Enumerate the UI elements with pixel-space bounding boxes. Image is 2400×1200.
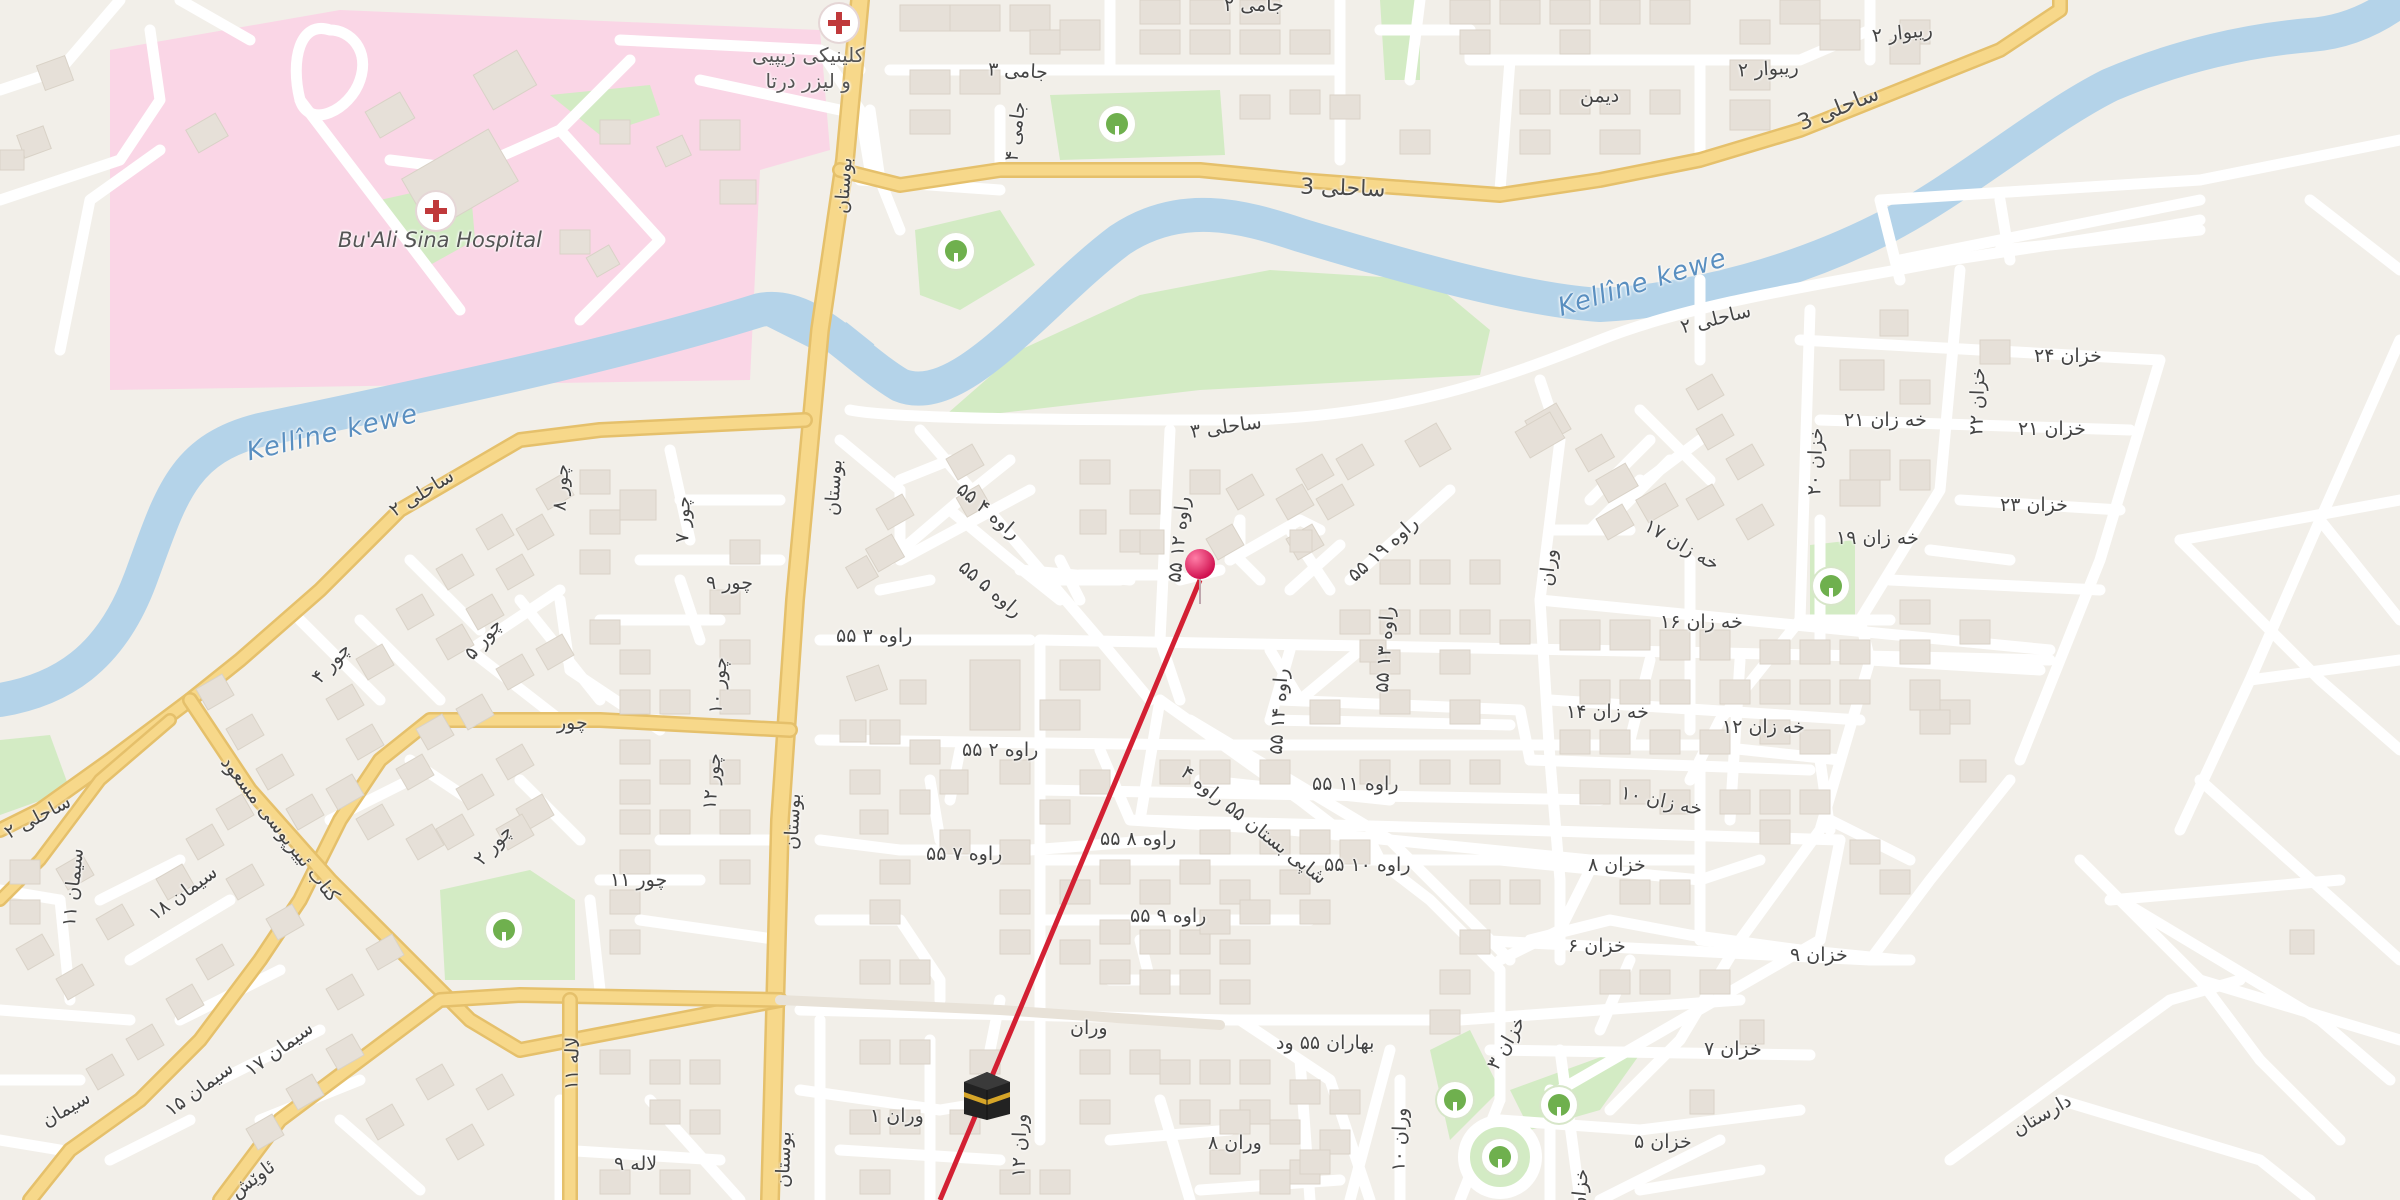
street-label: خزان (1567, 1167, 1594, 1200)
street-label: ۵۵ راوه ۳ (836, 625, 913, 647)
street-label: دیمن (1580, 85, 1620, 107)
street-label: خه زان ۱۶ (1660, 611, 1743, 633)
street-label: خه زان ۱۴ (1566, 701, 1649, 723)
street-label: خه زان ۲۱ (1844, 409, 1927, 431)
street-label: بهاران ۵۵ ود (1276, 1032, 1375, 1054)
clinic-label[interactable]: کلینیکی زیپیی و لیزر درتا (752, 42, 864, 94)
street-label: خزان ۹ (1790, 944, 1848, 966)
street-label: بوستان (771, 1130, 796, 1189)
street-label: خزان ۲۲ (1965, 367, 1990, 436)
street-label: ۵۵ راوه ۲ (962, 739, 1039, 761)
street-label: خزان ۶ (1568, 935, 1626, 957)
street-label: خزان ۵ (1634, 1131, 1692, 1153)
street-label: چور ۱۱ (610, 869, 668, 891)
street-label: خزان ۲۱ (2018, 418, 2086, 440)
street-label: جامی ۳ (987, 58, 1049, 84)
street-label: بوستان (820, 458, 847, 517)
street-label: خه زان ۱۹ (1836, 527, 1919, 549)
park-area (1050, 90, 1225, 160)
street-label: خه زان ۱۲ (1722, 716, 1805, 738)
street-label: ۵۵ راوه ۱۰ (1324, 854, 1411, 876)
street-label: جامی ۲ (1224, 0, 1284, 16)
park-icon[interactable] (938, 233, 974, 269)
street-label: ریبوار ۲ (1737, 56, 1800, 82)
street-label: بوستان (780, 792, 806, 851)
street-label: لاله ۹ (614, 1153, 658, 1175)
street-label: ساحلی 3 (1299, 174, 1386, 203)
park-area (915, 210, 1035, 310)
street-label: چور ۸ (548, 463, 574, 512)
hospital-icon[interactable] (417, 192, 455, 230)
street-label: ۵۵ راوه ۱۱ (1312, 773, 1399, 795)
street-label: چور ۹ (706, 572, 753, 594)
hospital-label[interactable]: Bu'Ali Sina Hospital (338, 230, 542, 251)
hospital-icon[interactable] (820, 4, 858, 42)
street-label: وران ۱۰ (1387, 1107, 1412, 1172)
street-label: وران ۸ (1208, 1132, 1262, 1154)
street-label: وران ۱ (870, 1105, 924, 1127)
street-label: بوستان (830, 156, 857, 215)
park-icon[interactable] (1437, 1082, 1473, 1118)
street-label: وران (1070, 1017, 1108, 1039)
map-canvas[interactable]: Bu'Ali Sina Hospital کلینیکی زیپیی و لیز… (0, 0, 2400, 1200)
street-label: ۵۵ راوه ۷ (926, 843, 1003, 865)
street-label: چور (557, 712, 588, 734)
kaaba-icon[interactable] (960, 1068, 1014, 1122)
street-label: خزان ۲۳ (2000, 494, 2068, 516)
clinic-label-line2: و لیزر درتا (765, 69, 851, 93)
street-label: وران (1535, 547, 1562, 588)
park-icon[interactable] (1482, 1139, 1518, 1175)
park-icon[interactable] (1099, 106, 1135, 142)
street-label: چور ۷ (671, 495, 695, 544)
street-label: خزان ۷ (1704, 1038, 1762, 1060)
street-label: ۵۵ راوه ۹ (1130, 905, 1207, 927)
park-icon[interactable] (1541, 1087, 1577, 1123)
street-label: لاله ۱۱ (560, 1036, 585, 1091)
street-label: خزان ۸ (1588, 854, 1646, 876)
street-label: خزان ۲۴ (2034, 345, 2102, 367)
park-icon[interactable] (486, 912, 522, 948)
street-label: ۵۵ راوه ۸ (1100, 828, 1177, 850)
clinic-label-line1: کلینیکی زیپیی (752, 43, 865, 67)
street-label: خزان ۲۰ (1803, 427, 1828, 496)
park-icon[interactable] (1813, 568, 1849, 604)
street-label: وران ۱۲ (1007, 1113, 1032, 1178)
